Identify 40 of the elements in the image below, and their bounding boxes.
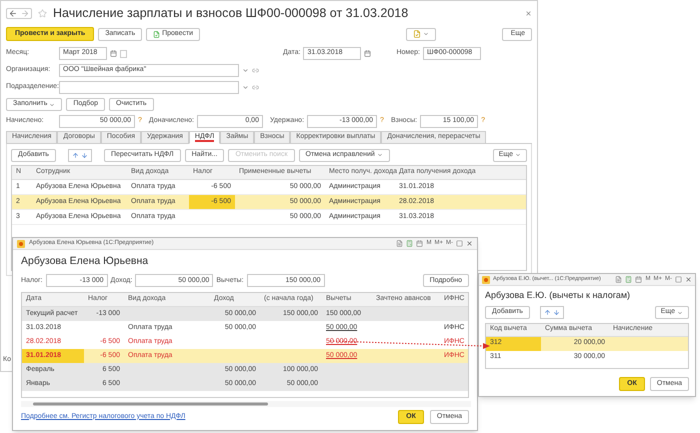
calculator-icon[interactable]	[406, 240, 414, 247]
move-down-icon[interactable]	[80, 152, 88, 158]
caret-icon	[422, 31, 429, 37]
caret-icon	[376, 152, 383, 158]
horizontal-scrollbar[interactable]	[21, 400, 471, 407]
calendar-icon[interactable]	[416, 240, 424, 247]
move-up-icon[interactable]	[544, 309, 551, 316]
dialog-heading: Арбузова Елена Юрьевна	[21, 254, 150, 269]
dropdown-icon[interactable]	[242, 67, 249, 74]
post-icon	[153, 30, 160, 38]
move-buttons[interactable]	[68, 148, 92, 162]
document-icon	[412, 30, 421, 38]
dropdown-icon[interactable]	[242, 84, 249, 91]
maximize-icon[interactable]	[675, 276, 682, 283]
calendar-icon[interactable]	[364, 50, 372, 57]
document-icon[interactable]	[396, 240, 404, 247]
app-logo-icon	[17, 240, 25, 248]
open-link-icon[interactable]	[252, 84, 259, 91]
app-logo-icon	[482, 276, 490, 284]
move-down-icon[interactable]	[552, 309, 560, 316]
document-icon[interactable]	[615, 276, 622, 283]
move-buttons[interactable]	[540, 306, 564, 319]
dialog-heading: Арбузова Е.Ю. (вычеты к налогам)	[485, 289, 632, 302]
structure-button[interactable]	[406, 28, 436, 40]
favorite-star-icon[interactable]	[38, 8, 47, 18]
close-icon[interactable]	[685, 276, 692, 283]
subdivision-field[interactable]	[59, 81, 239, 94]
calculator-icon[interactable]	[625, 276, 632, 283]
move-up-icon[interactable]	[72, 152, 79, 158]
window-title: Начисление зарплаты и взносов ШФ00-000098 от 31.03.2018	[53, 4, 408, 22]
maximize-icon[interactable]	[456, 240, 463, 247]
close-icon[interactable]	[466, 240, 473, 247]
caret-icon	[677, 310, 683, 316]
open-link-icon[interactable]	[252, 67, 259, 74]
calendar-icon[interactable]	[635, 276, 642, 283]
caret-icon	[49, 102, 56, 108]
close-icon[interactable]	[525, 10, 532, 16]
back-icon[interactable]	[7, 8, 19, 18]
calendar-icon[interactable]	[110, 50, 117, 57]
caret-icon	[515, 152, 521, 158]
